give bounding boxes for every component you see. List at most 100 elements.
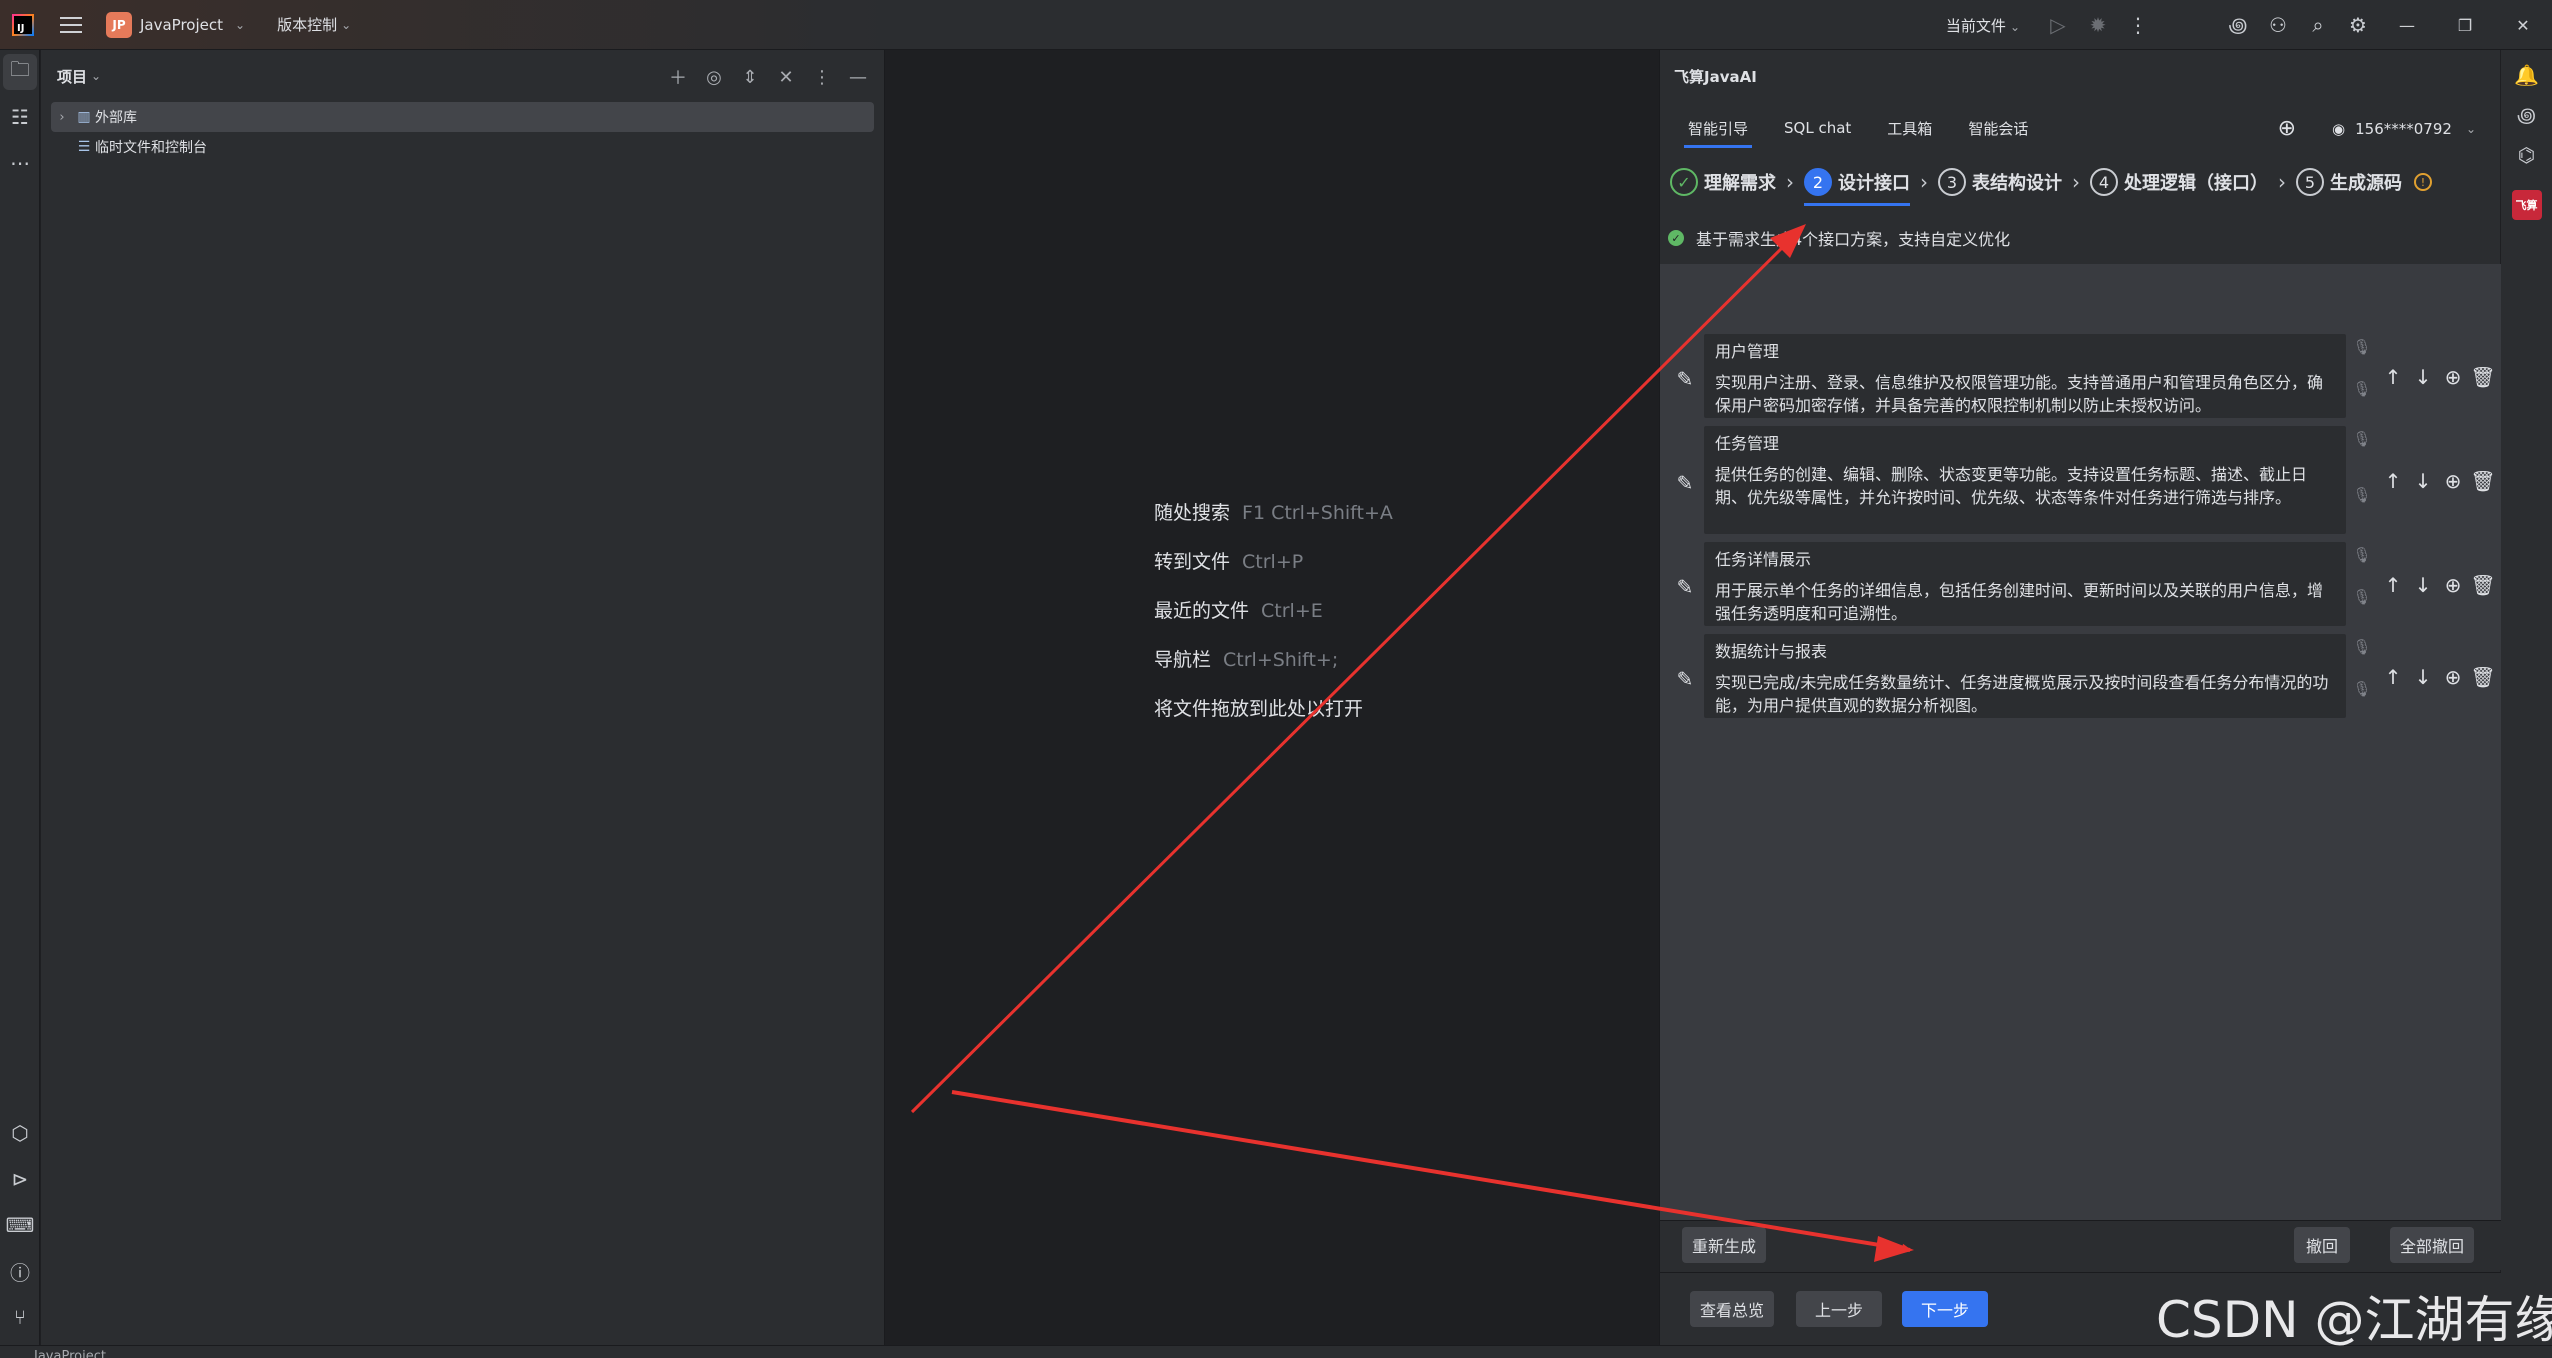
step-generate-code[interactable]: 5 生成源码 xyxy=(2296,156,2402,208)
undo-button[interactable]: 撤回 xyxy=(2294,1227,2350,1263)
project-panel-title[interactable]: 项目 xyxy=(57,66,87,87)
next-step-button[interactable]: 下一步 xyxy=(1902,1291,1988,1327)
chevron-down-icon: ⌄ xyxy=(341,17,352,32)
tab-toolbox[interactable]: 工具箱 xyxy=(1869,108,1950,148)
check-circle-icon: ✓ xyxy=(1668,230,1684,246)
editor-welcome: 随处搜索 F1 Ctrl+Shift+A 转到文件 Ctrl+P 最近的文件 Ctrl… xyxy=(886,50,1658,1345)
hint-search-everywhere: 随处搜索 F1 Ctrl+Shift+A xyxy=(1154,502,1393,524)
tab-smart-chat[interactable]: 智能会话 xyxy=(1950,108,2046,148)
locate-icon[interactable]: ◎ xyxy=(698,62,730,92)
python-icon[interactable]: ⌬ xyxy=(2501,130,2552,180)
search-icon[interactable]: ⌕ xyxy=(2298,5,2338,45)
step-logic[interactable]: 4 处理逻辑（接口） xyxy=(2090,156,2268,208)
chevron-right-icon[interactable]: › xyxy=(51,110,73,125)
current-file-selector[interactable]: 当前文件 ⌄ xyxy=(1946,15,2020,36)
microphone-icon[interactable]: 🎙 xyxy=(2352,546,2372,566)
more-actions-icon[interactable]: ⋮ xyxy=(2118,5,2158,45)
minimize-button[interactable]: — xyxy=(2378,0,2436,50)
services-icon[interactable]: ⬡ xyxy=(0,1110,40,1156)
microphone-icon[interactable]: 🎙 xyxy=(2352,638,2372,658)
add-circle-icon[interactable]: ⊕ xyxy=(2440,572,2466,598)
main-menu-icon[interactable] xyxy=(58,12,84,38)
interface-editor[interactable]: 数据统计与报表 实现已完成/未完成任务数量统计、任务进度概览展示及按时间段查看任… xyxy=(1704,634,2346,718)
interface-editor[interactable]: 用户管理 实现用户注册、登录、信息维护及权限管理功能。支持普通用户和管理员角色区… xyxy=(1704,334,2346,418)
warning-icon[interactable]: ! xyxy=(2414,173,2432,191)
delete-icon[interactable]: 🗑 xyxy=(2470,572,2496,598)
microphone-icon[interactable]: 🎙 xyxy=(2352,338,2372,358)
interface-editor[interactable]: 任务详情展示 用于展示单个任务的详细信息，包括任务创建时间、更新时间以及关联的用… xyxy=(1704,542,2346,626)
microphone-icon[interactable]: 🎙 xyxy=(2352,486,2372,506)
move-down-icon[interactable]: ↓ xyxy=(2410,664,2436,690)
feisuan-plugin-icon[interactable]: 飞算 xyxy=(2501,180,2552,230)
ai-panel-title: 飞算JavaAI xyxy=(1674,68,1757,86)
undo-all-button[interactable]: 全部撤回 xyxy=(2390,1227,2475,1263)
edit-icon[interactable]: ✎ xyxy=(1672,666,1698,692)
vcs-menu[interactable]: 版本控制 ⌄ xyxy=(277,14,351,35)
delete-icon[interactable]: 🗑 xyxy=(2470,468,2496,494)
user-avatar-icon[interactable]: ◉ xyxy=(2332,120,2345,138)
run-icon[interactable]: ▷ xyxy=(2038,5,2078,45)
add-icon[interactable]: ＋ xyxy=(662,62,694,92)
regenerate-button[interactable]: 重新生成 xyxy=(1682,1227,1767,1263)
new-session-icon[interactable]: ⊕ xyxy=(2278,116,2296,141)
delete-icon[interactable]: 🗑 xyxy=(2470,664,2496,690)
notifications-icon[interactable]: 🔔 xyxy=(2501,50,2552,100)
debug-icon[interactable]: ✹ xyxy=(2078,5,2118,45)
tree-item-scratches[interactable]: ☰ 临时文件和控制台 xyxy=(41,132,884,162)
move-up-icon[interactable]: ↑ xyxy=(2380,664,2406,690)
chevron-down-icon[interactable]: ⌄ xyxy=(2466,122,2476,136)
run-panel-icon[interactable]: ⊳ xyxy=(0,1156,40,1202)
options-icon[interactable]: ⋮ xyxy=(806,62,838,92)
edit-icon[interactable]: ✎ xyxy=(1672,470,1698,496)
add-circle-icon[interactable]: ⊕ xyxy=(2440,468,2466,494)
ai-panel: 飞算JavaAI 智能引导 SQL chat 工具箱 智能会话 ⊕ ◉ 156*… xyxy=(1659,50,2501,1345)
more-tools-icon[interactable]: ⋯ xyxy=(0,140,40,186)
restore-button[interactable]: ❐ xyxy=(2436,0,2494,50)
move-up-icon[interactable]: ↑ xyxy=(2380,572,2406,598)
status-message: ✓ 基于需求生成4个接口方案，支持自定义优化 xyxy=(1668,226,2010,250)
close-window-button[interactable]: ✕ xyxy=(2494,0,2552,50)
chevron-down-icon[interactable]: ⌄ xyxy=(91,69,101,83)
overview-button[interactable]: 查看总览 xyxy=(1690,1291,1775,1327)
microphone-icon[interactable]: 🎙 xyxy=(2352,380,2372,400)
ai-chat-icon[interactable]: ꩜ xyxy=(2501,100,2552,130)
project-folder-icon[interactable]: 🗀 xyxy=(3,54,37,90)
hide-panel-icon[interactable]: — xyxy=(842,62,874,92)
edit-icon[interactable]: ✎ xyxy=(1672,366,1698,392)
ide-logo-icon[interactable]: IJ xyxy=(6,8,40,42)
microphone-icon[interactable]: 🎙 xyxy=(2352,588,2372,608)
step-table-design[interactable]: 3 表结构设计 xyxy=(1938,156,2062,208)
settings-gear-icon[interactable]: ⚙ xyxy=(2338,5,2378,45)
terminal-icon[interactable]: ⌨ xyxy=(0,1202,40,1248)
interface-editor[interactable]: 任务管理 提供任务的创建、编辑、删除、状态变更等功能。支持设置任务标题、描述、截… xyxy=(1704,426,2346,534)
git-icon[interactable]: ⑂ xyxy=(0,1294,40,1340)
microphone-icon[interactable]: 🎙 xyxy=(2352,680,2372,700)
user-account[interactable]: 156****0792 xyxy=(2355,120,2452,138)
expand-all-icon[interactable]: ⇕ xyxy=(734,62,766,92)
ai-assistant-icon[interactable]: ꩜ xyxy=(2218,5,2258,45)
add-circle-icon[interactable]: ⊕ xyxy=(2440,364,2466,390)
previous-step-button[interactable]: 上一步 xyxy=(1796,1291,1882,1327)
tree-item-external-libraries[interactable]: › ▥ 外部库 xyxy=(51,102,874,132)
move-down-icon[interactable]: ↓ xyxy=(2410,572,2436,598)
tab-sql-chat[interactable]: SQL chat xyxy=(1766,108,1869,148)
chevron-down-icon: ⌄ xyxy=(2009,19,2020,34)
move-down-icon[interactable]: ↓ xyxy=(2410,468,2436,494)
project-switcher[interactable]: JP JavaProject ⌄ xyxy=(106,11,245,38)
move-up-icon[interactable]: ↑ xyxy=(2380,364,2406,390)
title-bar: IJ JP JavaProject ⌄ 版本控制 ⌄ 当前文件 ⌄ ▷ ✹ ⋮ ꩜… xyxy=(0,0,2552,50)
structure-icon[interactable]: ☷ xyxy=(0,94,40,140)
tab-smart-guide[interactable]: 智能引导 xyxy=(1670,108,1766,148)
add-circle-icon[interactable]: ⊕ xyxy=(2440,664,2466,690)
delete-icon[interactable]: 🗑 xyxy=(2470,364,2496,390)
problems-icon[interactable]: ⓘ xyxy=(0,1248,40,1294)
microphone-icon[interactable]: 🎙 xyxy=(2352,430,2372,450)
collapse-all-icon[interactable]: ✕ xyxy=(770,62,802,92)
step-understand[interactable]: ✓ 理解需求 xyxy=(1670,156,1776,208)
step-design-interface[interactable]: 2 设计接口 xyxy=(1804,156,1910,208)
add-user-icon[interactable]: ⚇ xyxy=(2258,5,2298,45)
move-down-icon[interactable]: ↓ xyxy=(2410,364,2436,390)
move-up-icon[interactable]: ↑ xyxy=(2380,468,2406,494)
hint-goto-file: 转到文件 Ctrl+P xyxy=(1154,551,1304,573)
edit-icon[interactable]: ✎ xyxy=(1672,574,1698,600)
